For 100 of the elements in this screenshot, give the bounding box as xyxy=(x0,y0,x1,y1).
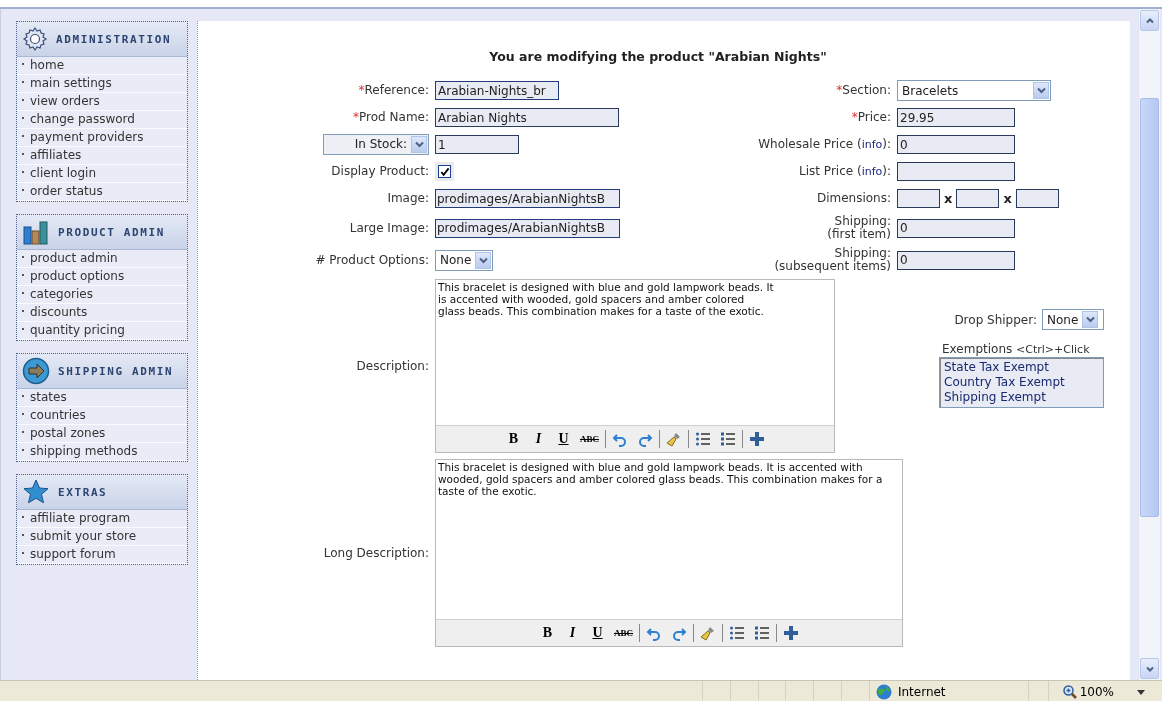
redo-icon[interactable] xyxy=(636,431,653,447)
sidebar-link[interactable]: client login xyxy=(17,165,187,183)
sidebar-link[interactable]: product admin xyxy=(17,250,187,268)
input-field[interactable]: 0 xyxy=(897,250,1015,270)
field-label: Shipping: (subsequent items) xyxy=(773,247,891,273)
caret-icon[interactable] xyxy=(1036,87,1046,94)
sidebar-link[interactable]: discounts xyxy=(17,304,187,322)
sidebar-link[interactable]: order status xyxy=(17,183,187,201)
input-field[interactable]: 1 xyxy=(435,135,519,154)
sidebar-link[interactable]: view orders xyxy=(17,93,187,111)
italic-button[interactable]: I xyxy=(527,429,550,449)
input-field[interactable] xyxy=(897,162,1015,181)
checkbox[interactable] xyxy=(438,165,451,178)
caret-icon[interactable] xyxy=(414,141,424,148)
section-title: EXTRAS xyxy=(58,485,108,499)
section-title: ADMINISTRATION xyxy=(56,32,172,46)
bullet-list-icon[interactable] xyxy=(694,431,711,447)
input-field[interactable]: prodimages/ArabianNightsB xyxy=(435,189,620,208)
redo-icon[interactable] xyxy=(670,625,687,641)
undo-icon[interactable] xyxy=(645,625,662,641)
buildings-icon xyxy=(22,219,50,245)
field-label: Large Image: xyxy=(348,221,429,235)
sidebar-link[interactable]: affiliate program xyxy=(17,510,187,528)
dropdown[interactable]: Bracelets xyxy=(897,80,1051,101)
field-label: List Price (info): xyxy=(798,165,891,178)
dropdown[interactable]: None xyxy=(1042,309,1104,330)
zoom-icon xyxy=(1062,685,1077,699)
input-field[interactable]: prodimages/ArabianNightsB xyxy=(435,218,620,238)
input-field[interactable]: 0 xyxy=(897,218,1015,238)
stock-dropdown[interactable]: In Stock: xyxy=(323,134,429,155)
sidebar-link[interactable]: product options xyxy=(17,268,187,286)
scroll-down-button[interactable] xyxy=(1140,658,1159,679)
field-label: # Product Options: xyxy=(314,253,429,267)
input-field[interactable]: 29.95 xyxy=(897,108,1015,127)
sidebar-link[interactable]: states xyxy=(17,389,187,407)
field-label: Description: xyxy=(355,359,429,373)
brush-icon[interactable] xyxy=(665,431,682,447)
text-editor[interactable]: This bracelet is designed with blue and gold lampwork beads. It is accented with wooded, gold spacers and amber colored glass beads. This combination makes for a taste of the exotic. B I U ABC xyxy=(435,459,903,647)
sidebar-link[interactable]: postal zones xyxy=(17,425,187,443)
input-field[interactable]: Arabian-Nights_br xyxy=(435,81,559,100)
input-field[interactable]: 0 xyxy=(897,135,1015,154)
scroll-up-button[interactable] xyxy=(1140,10,1159,31)
gear-icon xyxy=(22,26,48,52)
times-sign: x xyxy=(1003,191,1012,206)
list-box[interactable]: State Tax Exempt Country Tax Exempt Shipping Exempt xyxy=(939,357,1104,408)
field-label: *Price: xyxy=(850,111,891,124)
underline-button[interactable]: U xyxy=(552,429,575,449)
security-zone: Internet xyxy=(897,685,946,699)
editor-text[interactable]: This bracelet is designed with blue and gold lampwork beads. It is accented with wooded, gold spacers and amber colored glass beads. This combination makes for a taste of the exotic. xyxy=(436,280,834,425)
input-field[interactable] xyxy=(1015,189,1059,208)
brush-icon[interactable] xyxy=(699,625,716,641)
sidebar-link[interactable]: countries xyxy=(17,407,187,425)
plus-icon[interactable] xyxy=(782,625,799,641)
sidebar-link[interactable]: quantity pricing xyxy=(17,322,187,340)
underline-button[interactable]: U xyxy=(586,623,609,643)
bold-button[interactable]: B xyxy=(536,623,559,643)
caret-icon[interactable] xyxy=(478,256,488,264)
field-label: Shipping: (first item) xyxy=(826,215,891,241)
arrow-circle-icon xyxy=(22,357,50,385)
italic-button[interactable]: I xyxy=(561,623,584,643)
sidebar-link[interactable]: home xyxy=(17,57,187,75)
caret-icon[interactable] xyxy=(1137,689,1145,695)
input-field[interactable] xyxy=(897,189,940,208)
times-sign: x xyxy=(944,191,953,206)
bold-button[interactable]: B xyxy=(502,429,525,449)
scrollbar[interactable] xyxy=(1138,9,1160,680)
sidebar-link[interactable]: categories xyxy=(17,286,187,304)
section-title: PRODUCT ADMIN xyxy=(58,225,165,239)
field-label: Long Description: xyxy=(322,546,429,560)
strike-button[interactable]: ABC xyxy=(577,429,602,449)
field-label: Wholesale Price (info): xyxy=(757,138,891,151)
editor-text[interactable]: This bracelet is designed with blue and gold lampwork beads. It is accented with wooded, gold spacers and amber colored glass beads. This combination makes for a taste of the exotic. xyxy=(436,460,902,619)
text-editor[interactable]: This bracelet is designed with blue and gold lampwork beads. It is accented with wooded, gold spacers and amber colored glass beads. This combination makes for a taste of the exotic. B I U ABC xyxy=(435,279,835,453)
list-option[interactable]: State Tax Exempt xyxy=(944,360,1099,375)
caret-icon[interactable] xyxy=(1085,316,1095,323)
field-label: Dimensions: xyxy=(815,192,891,205)
zoom-control[interactable]: 100% xyxy=(1048,681,1162,701)
input-field[interactable]: Arabian Nights xyxy=(435,108,619,127)
sidebar-link[interactable]: payment providers xyxy=(17,129,187,147)
strike-button[interactable]: ABC xyxy=(611,623,636,643)
numbered-list-icon[interactable] xyxy=(753,625,770,641)
page-title: You are modifying the product "Arabian Nights" xyxy=(488,49,828,64)
list-option[interactable]: Shipping Exempt xyxy=(944,390,1099,405)
undo-icon[interactable] xyxy=(611,431,628,447)
sidebar-link[interactable]: shipping methods xyxy=(17,443,187,461)
plus-icon[interactable] xyxy=(748,431,765,447)
sidebar-link[interactable]: support forum xyxy=(17,546,187,564)
sidebar-link[interactable]: submit your store xyxy=(17,528,187,546)
dropdown[interactable]: None xyxy=(435,249,494,271)
info-link[interactable]: info xyxy=(861,138,883,151)
sidebar-link[interactable]: change password xyxy=(17,111,187,129)
sidebar-link[interactable]: affiliates xyxy=(17,147,187,165)
info-link[interactable]: info xyxy=(861,165,883,178)
numbered-list-icon[interactable] xyxy=(719,431,736,447)
input-field[interactable] xyxy=(956,189,1000,208)
sidebar-link[interactable]: main settings xyxy=(17,75,187,93)
scroll-thumb[interactable] xyxy=(1140,98,1159,517)
field-label: Drop Shipper: xyxy=(954,312,1037,327)
list-option[interactable]: Country Tax Exempt xyxy=(944,375,1099,390)
bullet-list-icon[interactable] xyxy=(728,625,745,641)
